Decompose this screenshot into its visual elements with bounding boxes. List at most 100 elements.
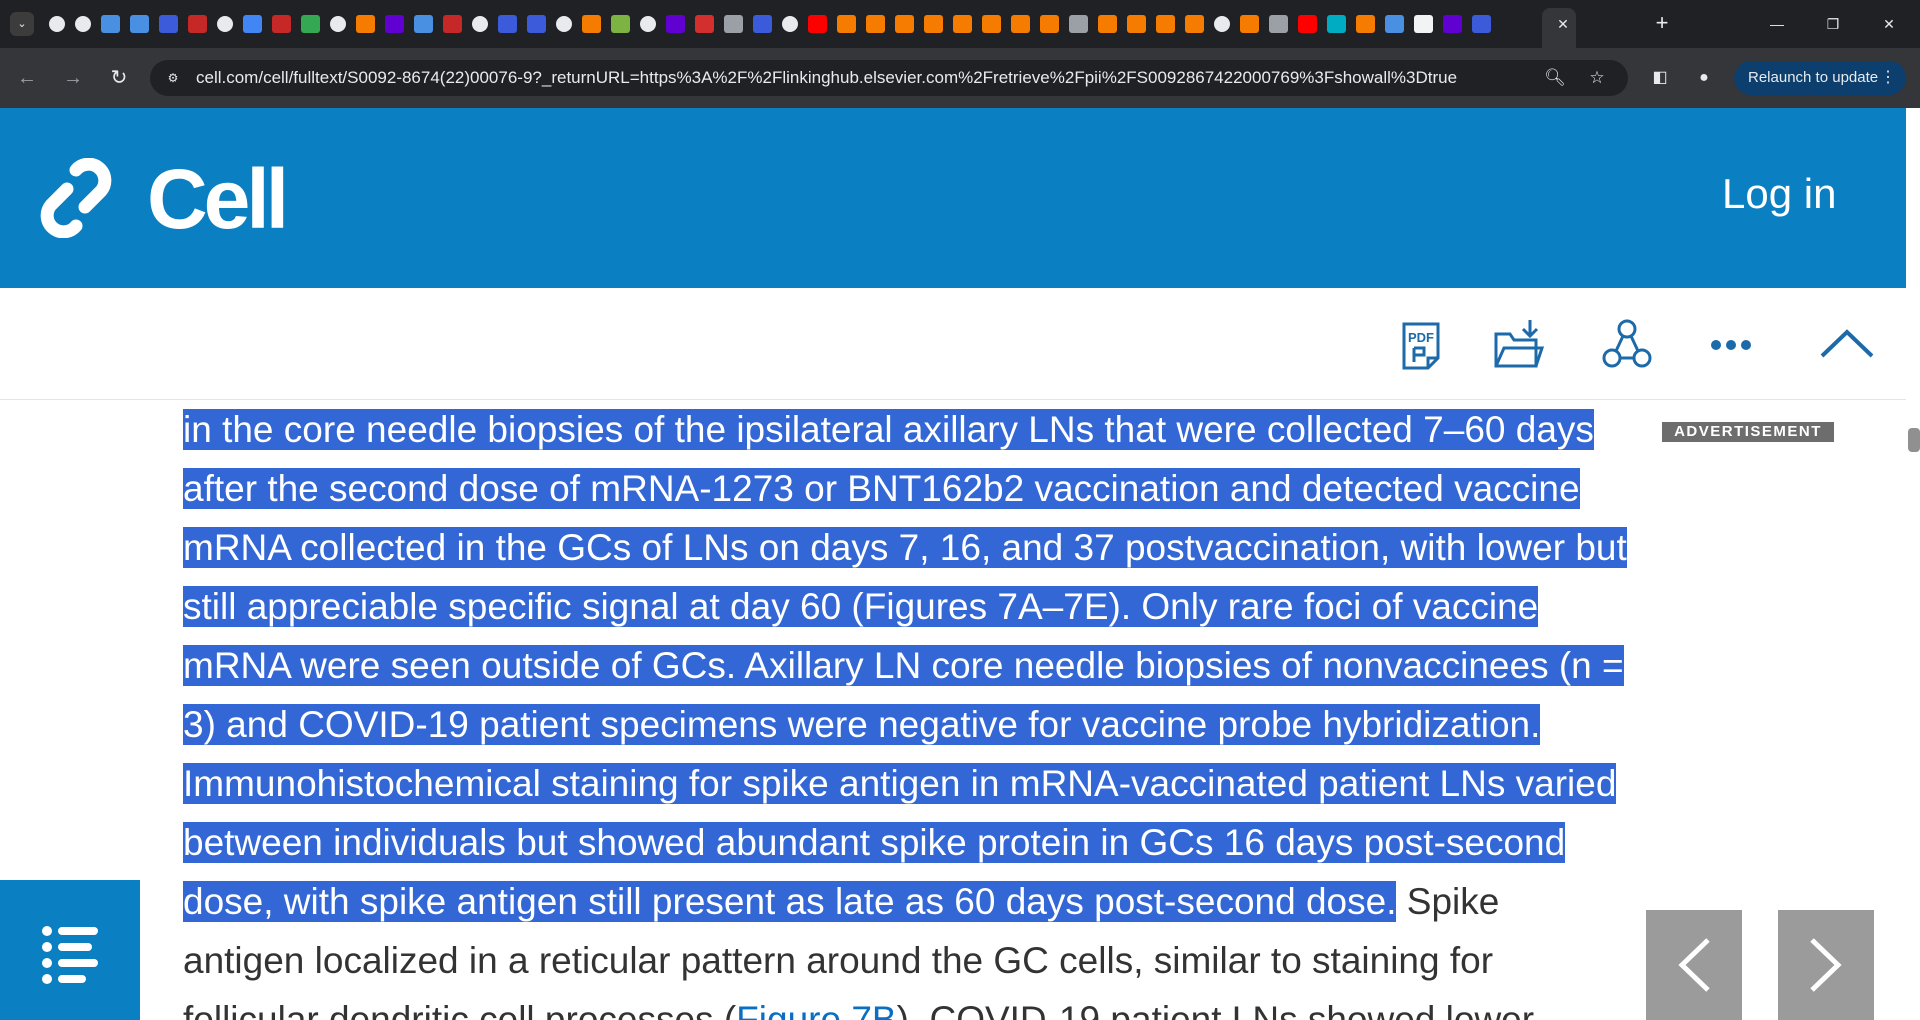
advertisement-label: ADVERTISEMENT	[1662, 422, 1834, 442]
pinned-tab-blue-icon[interactable]	[159, 15, 178, 33]
selected-text: mRNA were seen outside of GCs. Axillary …	[183, 645, 1624, 686]
pinned-tab-youtube-icon[interactable]	[808, 15, 827, 33]
pinned-tab-orange-icon[interactable]	[1011, 15, 1030, 33]
next-article-button[interactable]	[1778, 910, 1874, 1020]
reload-icon[interactable]: ↻	[104, 63, 134, 93]
more-options-icon[interactable]	[1704, 318, 1758, 372]
text-line: antigen localized in a reticular pattern…	[183, 931, 1723, 990]
pinned-tab-orange-icon[interactable]	[1185, 15, 1204, 33]
pinned-tab-green-icon[interactable]	[611, 15, 630, 33]
previous-article-button[interactable]	[1646, 910, 1742, 1020]
pinned-tab-grey-icon[interactable]	[724, 15, 743, 33]
pinned-tab-globe-icon[interactable]	[75, 16, 91, 32]
pinned-tab-orange-icon[interactable]	[895, 15, 914, 33]
pinned-tab-yahoo-icon[interactable]	[385, 15, 404, 33]
close-tab-icon[interactable]: ✕	[1553, 14, 1573, 34]
site-info-icon[interactable]: ⚙	[164, 69, 182, 87]
article-content: in the core needle biopsies of the ipsil…	[0, 400, 1906, 1020]
forward-arrow-icon[interactable]: →	[58, 63, 88, 93]
pinned-tab-bi-icon[interactable]	[272, 15, 291, 33]
pinned-tab-blue-icon[interactable]	[1472, 15, 1491, 33]
pinned-tab-yahoo-icon[interactable]	[1443, 15, 1462, 33]
pinned-tab-orange-icon[interactable]	[1356, 15, 1375, 33]
pinned-tab-globe-icon[interactable]	[472, 16, 488, 32]
pinned-tab-orange-icon[interactable]	[837, 15, 856, 33]
text-line: Immunohistochemical staining for spike a…	[183, 754, 1723, 813]
bookmark-star-icon[interactable]: ☆	[1586, 67, 1608, 89]
pinned-tab-white-icon[interactable]	[1414, 15, 1433, 33]
pinned-tab-blue-icon[interactable]	[498, 15, 517, 33]
pinned-tab-orange-icon[interactable]	[1127, 15, 1146, 33]
pdf-icon[interactable]: PDF	[1394, 318, 1448, 372]
pinned-tab-blue-icon[interactable]	[527, 15, 546, 33]
pinned-tab-orange-icon[interactable]	[582, 15, 601, 33]
pinned-tab-orange-icon[interactable]	[953, 15, 972, 33]
figure-link[interactable]: Figure 7B	[736, 999, 896, 1020]
text-line: 3) and COVID-19 patient specimens were n…	[183, 695, 1723, 754]
cell-logo-wordmark[interactable]: Cell	[147, 152, 289, 246]
pinned-tab-globe-icon[interactable]	[330, 16, 346, 32]
pinned-tab-globe-icon[interactable]	[49, 16, 65, 32]
restore-window-icon[interactable]: ❐	[1810, 10, 1856, 38]
pinned-tab-orange-icon[interactable]	[1240, 15, 1259, 33]
zoom-icon[interactable]: 🔍︎	[1544, 67, 1566, 89]
login-link[interactable]: Log in	[1722, 166, 1836, 222]
selected-text: between individuals but showed abundant …	[183, 822, 1566, 863]
pinned-tab-orange-icon[interactable]	[866, 15, 885, 33]
url-text[interactable]: cell.com/cell/fulltext/S0092-8674(22)000…	[196, 69, 1457, 87]
pinned-tab-grey-icon[interactable]	[1269, 15, 1288, 33]
chevron-right-icon	[1810, 938, 1842, 992]
pinned-tab-orange-icon[interactable]	[1098, 15, 1117, 33]
new-tab-button[interactable]: +	[1650, 12, 1674, 36]
pinned-tab-shield-icon[interactable]	[101, 15, 120, 33]
cell-logo-icon[interactable]	[36, 158, 116, 238]
back-to-top-icon[interactable]	[1820, 318, 1874, 372]
tab-search-menu-button[interactable]: ⌄	[10, 12, 34, 36]
selected-text: after the second dose of mRNA-1273 or BN…	[183, 468, 1580, 509]
page-scrollbar-thumb[interactable]	[1908, 428, 1920, 452]
back-arrow-icon[interactable]: ←	[12, 63, 42, 93]
pinned-tab-orange-icon[interactable]	[1040, 15, 1059, 33]
figure-link[interactable]: Figures 7A–7E	[863, 586, 1109, 627]
pinned-tab-orange-icon[interactable]	[356, 15, 375, 33]
pinned-tab-shield-icon[interactable]	[414, 15, 433, 33]
pinned-tab-teal-icon[interactable]	[1327, 15, 1346, 33]
chevron-left-icon	[1678, 938, 1710, 992]
address-bar[interactable]: ⚙ cell.com/cell/fulltext/S0092-8674(22)0…	[150, 60, 1628, 96]
pinned-tab-globe-icon[interactable]	[217, 16, 233, 32]
pinned-tab-globe-icon[interactable]	[1214, 16, 1230, 32]
pinned-tab-globe-icon[interactable]	[782, 16, 798, 32]
side-panel-icon[interactable]: ◧	[1648, 66, 1672, 90]
pinned-tab-shield-icon[interactable]	[1385, 15, 1404, 33]
download-folder-icon[interactable]	[1492, 318, 1546, 372]
selected-text: dose, with spike antigen still present a…	[183, 881, 1397, 922]
pinned-tab-bi-icon[interactable]	[188, 15, 207, 33]
profile-avatar-icon[interactable]: ●	[1692, 66, 1716, 90]
page-scrollbar[interactable]	[1906, 108, 1920, 1020]
text-line: between individuals but showed abundant …	[183, 813, 1723, 872]
pinned-tab-orange-icon[interactable]	[924, 15, 943, 33]
pinned-tab-bi-icon[interactable]	[443, 15, 462, 33]
selected-text: still appreciable specific signal at day…	[183, 586, 864, 627]
pinned-tab-orange-icon[interactable]	[1156, 15, 1175, 33]
pinned-tab-play-icon[interactable]	[301, 15, 320, 33]
pinned-tab-globe-icon[interactable]	[640, 16, 656, 32]
table-of-contents-button[interactable]	[0, 880, 140, 1020]
pinned-tab-youtube-icon[interactable]	[1298, 15, 1317, 33]
pinned-tab-red-icon[interactable]	[695, 15, 714, 33]
pinned-tab-blue-icon[interactable]	[753, 15, 772, 33]
pinned-tab-shield-icon[interactable]	[130, 15, 149, 33]
share-icon[interactable]	[1600, 318, 1654, 372]
body-text: Spike	[1396, 881, 1500, 922]
pinned-tab-globe-icon[interactable]	[556, 16, 572, 32]
text-line: follicular dendritic cell processes (Fig…	[183, 990, 1723, 1020]
browser-menu-icon[interactable]: ⋮	[1880, 61, 1896, 95]
pinned-tab-orange-icon[interactable]	[982, 15, 1001, 33]
pinned-tab-yahoo-icon[interactable]	[666, 15, 685, 33]
pinned-tab-grey-icon[interactable]	[1069, 15, 1088, 33]
close-window-icon[interactable]: ✕	[1866, 10, 1912, 38]
relaunch-to-update-button[interactable]: Relaunch to update ⋮	[1734, 61, 1906, 95]
article-toolbar: PDF	[0, 288, 1906, 400]
minimize-window-icon[interactable]: —	[1754, 10, 1800, 38]
pinned-tab-search-icon[interactable]	[243, 15, 262, 33]
